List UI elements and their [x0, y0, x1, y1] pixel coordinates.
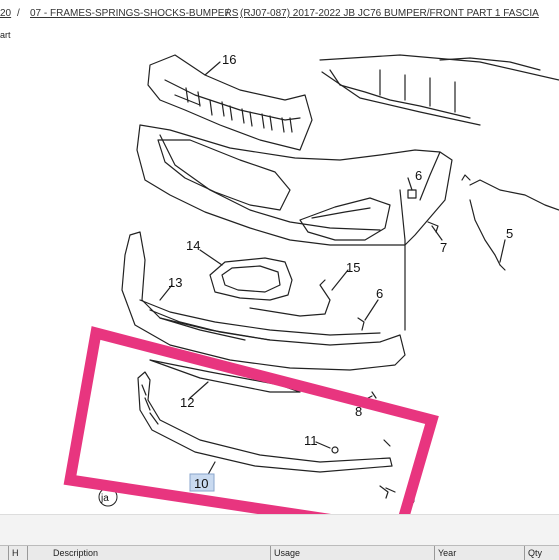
front-fascia: [136, 124, 453, 331]
fastener-part: [383, 439, 391, 447]
callout-10[interactable]: 10: [194, 476, 208, 491]
highlight-annotation: [63, 326, 439, 514]
column-header-h[interactable]: H: [12, 548, 19, 558]
callout-11[interactable]: 11: [304, 433, 318, 448]
breadcrumb-separator: /: [226, 8, 229, 19]
parts-table-header: H Description Usage Year Qty: [0, 545, 559, 560]
column-header-year[interactable]: Year: [438, 548, 456, 558]
breadcrumb-item-illustration[interactable]: (RJ07-087) 2017-2022 JB JC76 BUMPER/FRON…: [240, 8, 539, 19]
column-header-qty[interactable]: Qty: [528, 548, 542, 558]
breadcrumb-separator: /: [17, 8, 20, 19]
callout-15[interactable]: 15: [346, 260, 360, 275]
breadcrumb-item-category[interactable]: 07 - FRAMES-SPRINGS-SHOCKS-BUMPERS: [30, 8, 238, 19]
bumper-bar-part: [319, 54, 559, 126]
callout-7[interactable]: 7: [440, 240, 447, 255]
callout-13[interactable]: 13: [168, 275, 182, 290]
column-header-usage[interactable]: Usage: [274, 548, 300, 558]
callout-12[interactable]: 12: [180, 395, 194, 410]
fastener-part: [371, 391, 377, 399]
breadcrumb: 20 / 07 - FRAMES-SPRINGS-SHOCKS-BUMPERS …: [0, 0, 559, 22]
fastener-part: [357, 317, 365, 331]
lower-spoiler-part: [137, 371, 393, 473]
breadcrumb-item-year[interactable]: 20: [0, 8, 11, 19]
callout-16[interactable]: 16: [222, 52, 236, 67]
callout-5[interactable]: 5: [506, 226, 513, 241]
fastener-part: [331, 446, 339, 454]
callout-6[interactable]: 6: [415, 168, 422, 183]
callout-14[interactable]: 14: [186, 238, 200, 253]
view-symbol-label: ja: [100, 493, 109, 504]
column-header-description[interactable]: Description: [53, 548, 98, 558]
fog-lamp-bezel: [209, 257, 293, 301]
energy-absorber-part: [147, 54, 313, 151]
results-toolbar: [0, 514, 559, 546]
parts-diagram: 16 6 7 5 14 15 13 6 12 8 11 9 10 ja: [0, 44, 559, 514]
page-subtitle: art: [0, 30, 11, 40]
fastener-part: [407, 189, 417, 199]
callout-6[interactable]: 6: [376, 286, 383, 301]
wiring-harness: [461, 174, 559, 271]
